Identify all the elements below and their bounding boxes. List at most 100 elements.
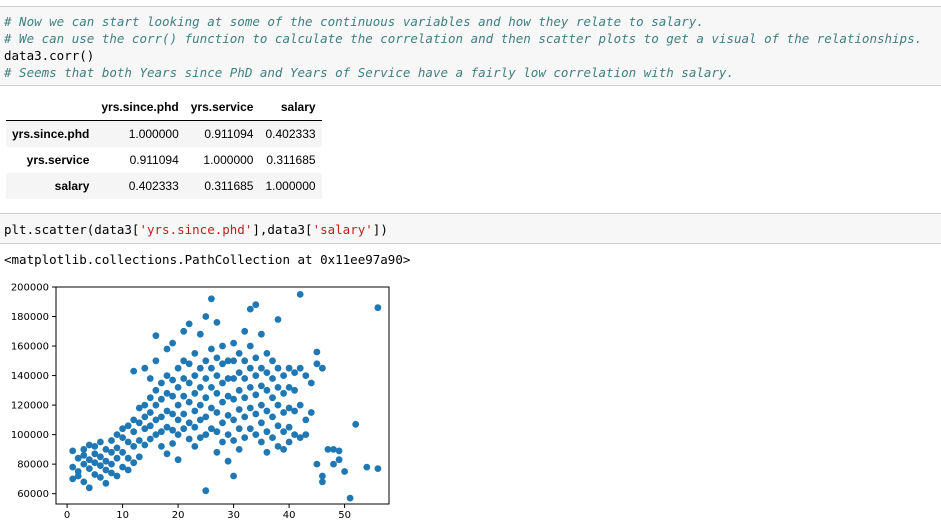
code-text: ],data3[ (252, 222, 313, 237)
scatter-point (135, 453, 143, 461)
scatter-point (213, 389, 221, 397)
scatter-point (141, 364, 149, 372)
scatter-point (313, 348, 321, 356)
scatter-point (230, 357, 238, 365)
scatter-point (302, 431, 310, 438)
scatter-point (252, 410, 260, 418)
scatter-point (119, 434, 126, 441)
scatter-point (169, 440, 177, 447)
scatter-plot: 60000 80000 100000 120000 140000 160000 180000… (11, 283, 390, 521)
scatter-point (196, 401, 204, 409)
table-header-row: yrs.since.phd yrs.service salary (6, 94, 322, 121)
scatter-point (102, 479, 110, 487)
table-cell: 0.311685 (266, 153, 316, 167)
scatter-point (213, 428, 221, 436)
scatter-point (224, 431, 232, 438)
table-cell: 1.000000 (265, 179, 316, 193)
scatter-point (274, 316, 282, 323)
scatter-point (97, 474, 104, 481)
scatter-point (113, 454, 121, 462)
row-header: yrs.since.phd (12, 127, 90, 141)
scatter-point (263, 386, 271, 394)
scatter-point (174, 416, 182, 424)
code-string: 'yrs.since.phd' (139, 222, 253, 237)
scatter-point (135, 437, 143, 444)
code-comment-line: # Now we can start looking at some of th… (4, 14, 704, 29)
x-tick-label: 50 (338, 510, 351, 521)
scatter-point (74, 472, 82, 480)
scatter-point (313, 460, 321, 468)
scatter-point (141, 441, 149, 449)
scatter-point (191, 372, 199, 379)
scatter-point (263, 448, 271, 456)
scatter-point (169, 426, 177, 434)
scatter-point (174, 384, 182, 391)
scatter-point (196, 364, 204, 372)
scatter-point (213, 354, 221, 362)
scatter-point (363, 463, 371, 471)
scatter-point (230, 437, 238, 444)
table-cell: 0.402333 (128, 179, 179, 193)
scatter-point (224, 457, 232, 465)
scatter-point (258, 382, 265, 390)
scatter-point (113, 472, 121, 480)
scatter-point (146, 422, 154, 430)
scatter-point (241, 327, 249, 335)
code-string: 'salary' (312, 222, 373, 237)
x-tick-label: 30 (227, 510, 240, 521)
code-comment-line: # Seems that both Years since PhD and Ye… (4, 65, 734, 80)
scatter-point (235, 446, 243, 453)
code-cell-scatter[interactable]: plt.scatter(data3['yrs.since.phd'],data3… (0, 213, 941, 244)
scatter-point (213, 409, 221, 416)
scatter-point (185, 379, 193, 387)
scatter-point (241, 394, 249, 402)
scatter-point (202, 375, 210, 382)
scatter-point (174, 431, 182, 438)
scatter-point (219, 379, 226, 387)
scatter-point (296, 291, 304, 298)
scatter-point (180, 425, 188, 433)
scatter-point (163, 372, 171, 379)
scatter-point (319, 478, 326, 486)
scatter-point (185, 398, 193, 406)
scatter-point (174, 401, 182, 409)
scatter-point (124, 422, 132, 430)
scatter-point (352, 420, 360, 428)
scatter-point (85, 465, 93, 472)
scatter-point (246, 364, 254, 372)
scatter-point (180, 375, 188, 382)
scatter-point (341, 468, 348, 475)
scatter-point (152, 401, 160, 409)
scatter-point (307, 379, 315, 387)
y-tick-label: 180000 (11, 312, 49, 323)
table-cell: 1.000000 (203, 153, 254, 167)
scatter-point (235, 406, 243, 413)
scatter-point (302, 416, 310, 424)
scatter-point (269, 434, 276, 441)
scatter-point (258, 364, 265, 372)
scatter-point (219, 438, 226, 446)
x-tick-label: 10 (116, 510, 129, 521)
scatter-point (302, 372, 310, 379)
code-cell-corr[interactable]: # Now we can start looking at some of th… (0, 6, 941, 86)
scatter-point (230, 395, 238, 403)
scatter-point (152, 357, 160, 365)
table-cell: 0.911094 (129, 153, 179, 167)
scatter-point (85, 484, 93, 492)
scatter-point (130, 443, 138, 450)
scatter-point (202, 313, 210, 320)
scatter-point (146, 394, 154, 402)
code-text: plt.scatter(data3[ (4, 222, 140, 237)
scatter-point (285, 423, 293, 431)
row-header: salary (54, 179, 90, 193)
scatter-point (130, 428, 138, 436)
y-tick-label: 120000 (11, 401, 49, 412)
y-tick-label: 60000 (17, 489, 49, 500)
table-cell: 0.911094 (204, 127, 254, 141)
scatter-point (152, 332, 160, 340)
scatter-point (80, 446, 88, 453)
scatter-point (263, 350, 271, 357)
scatter-point (158, 395, 165, 403)
x-tick-label: 0 (64, 510, 70, 521)
scatter-point (91, 443, 99, 450)
